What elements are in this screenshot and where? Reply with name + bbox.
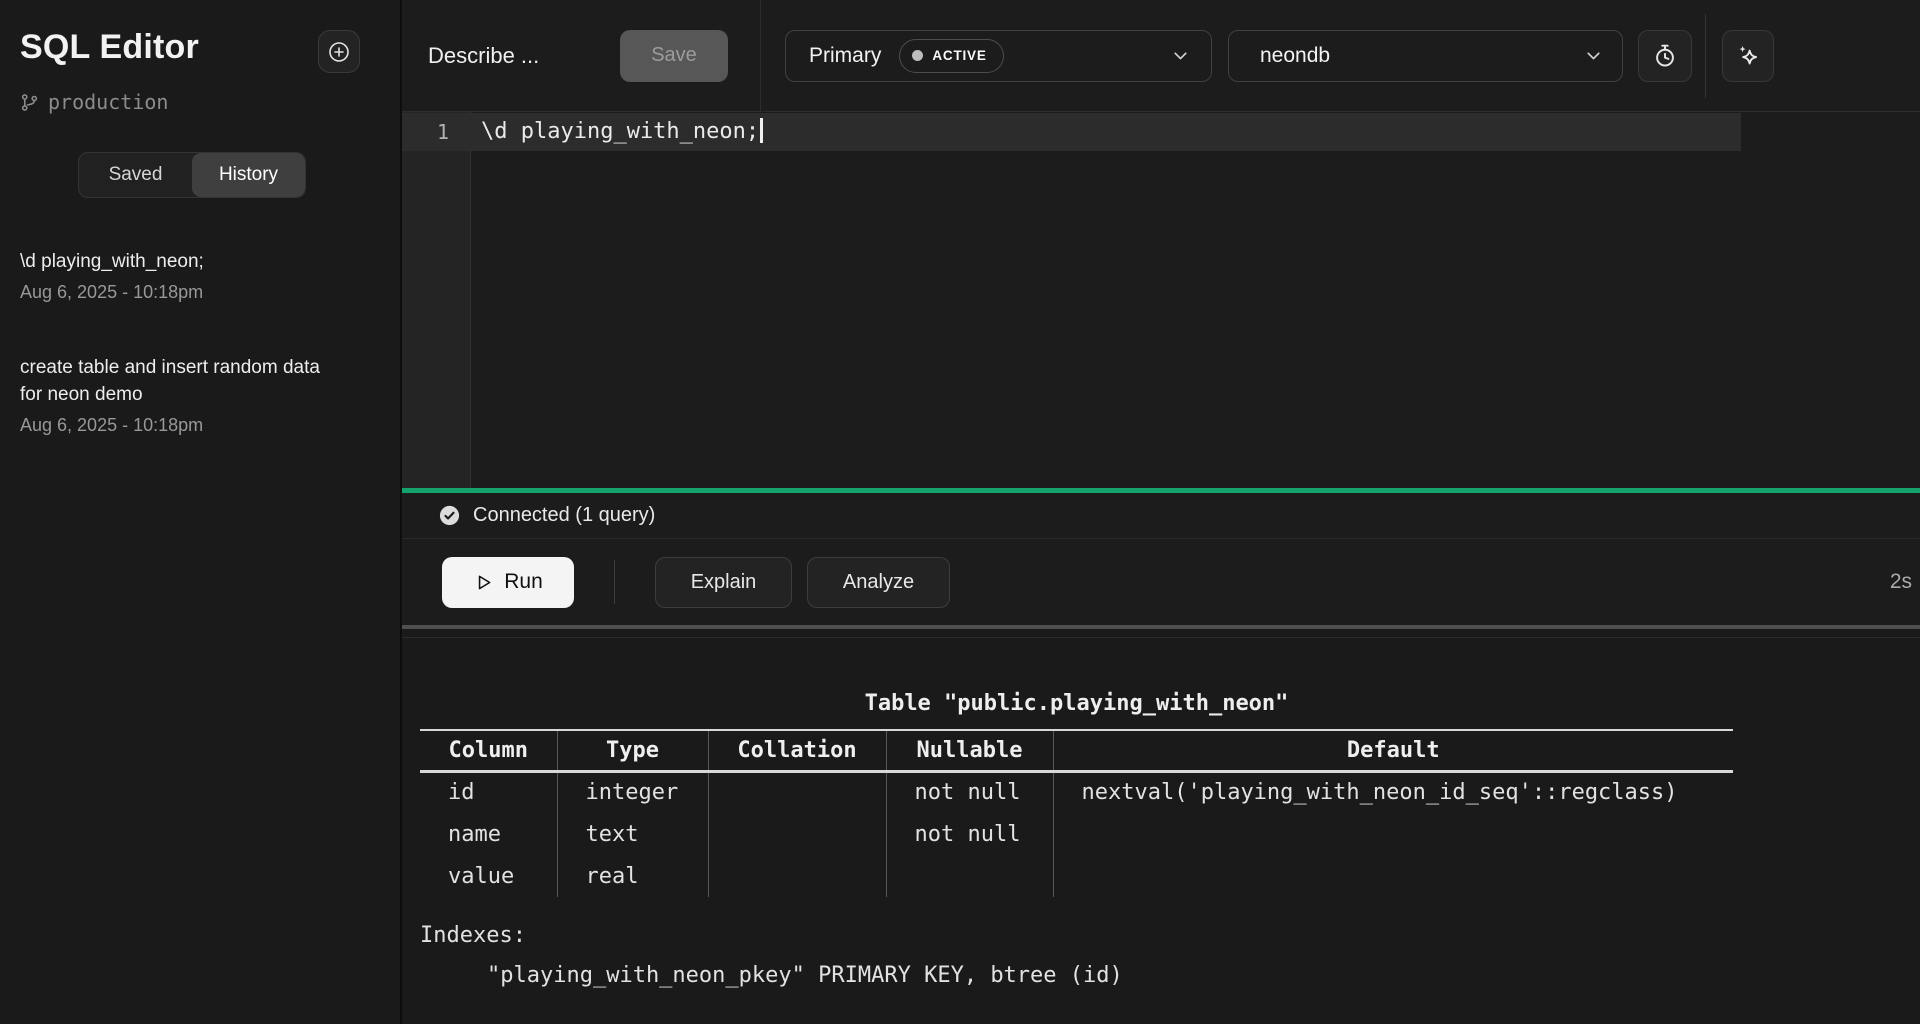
text-cursor [760, 118, 763, 143]
sidebar: SQL Editor production Saved History \d p… [0, 0, 402, 1024]
sparkles-icon [1735, 43, 1761, 69]
status-dot-icon [912, 50, 923, 61]
connection-status-text: Connected (1 query) [473, 504, 655, 527]
save-button[interactable]: Save [620, 30, 728, 82]
cell-column: name [420, 813, 557, 855]
database-select-value: neondb [1260, 44, 1330, 68]
chevron-down-icon [1170, 45, 1191, 66]
cell-type: text [557, 813, 708, 855]
cell-default: nextval('playing_with_neon_id_seq'::regc… [1053, 771, 1733, 813]
table-row: id integer not null nextval('playing_wit… [420, 771, 1733, 813]
branch-select-value: Primary [809, 44, 881, 68]
column-header: Default [1053, 730, 1733, 771]
column-header: Nullable [886, 730, 1053, 771]
explain-button[interactable]: Explain [655, 557, 792, 608]
branch-name: production [48, 90, 168, 114]
tab-history[interactable]: History [192, 153, 305, 197]
editor-gutter [402, 112, 471, 488]
indexes-label: Indexes: [420, 923, 526, 948]
query-actions-bar: Run Explain Analyze 2s [402, 539, 1920, 629]
cell-nullable [886, 855, 1053, 897]
history-item-timestamp: Aug 6, 2025 - 10:18pm [20, 415, 330, 436]
ai-assist-button[interactable] [1722, 30, 1774, 82]
code-editor[interactable]: 1 \d playing_with_neon; [402, 112, 1920, 488]
branch-status-badge: ACTIVE [899, 39, 1003, 73]
query-duration: 2s [1890, 570, 1912, 594]
table-row: name text not null [420, 813, 1733, 855]
toolbar-divider [1705, 14, 1706, 98]
branch-indicator: production [20, 90, 168, 114]
results-panel: Table "public.playing_with_neon" Column … [402, 629, 1920, 1024]
code-line[interactable]: \d playing_with_neon; [481, 113, 763, 151]
cell-column: value [420, 855, 557, 897]
result-header-row: Column Type Collation Nullable Default [420, 730, 1733, 771]
tab-saved[interactable]: Saved [79, 153, 192, 197]
cell-collation [708, 813, 886, 855]
page-title: SQL Editor [20, 28, 199, 67]
query-history-button[interactable] [1638, 30, 1692, 82]
cell-default [1053, 813, 1733, 855]
git-branch-icon [20, 93, 39, 112]
branch-select[interactable]: Primary ACTIVE [785, 30, 1212, 82]
stopwatch-icon [1652, 43, 1678, 69]
play-icon [473, 572, 494, 593]
column-header: Column [420, 730, 557, 771]
history-item-timestamp: Aug 6, 2025 - 10:18pm [20, 282, 330, 303]
cell-nullable: not null [886, 813, 1053, 855]
database-select[interactable]: neondb [1228, 30, 1623, 82]
result-table-title: Table "public.playing_with_neon" [420, 691, 1733, 716]
cell-collation [708, 771, 886, 813]
main-panel: Describe ... Save Primary ACTIVE neondb [402, 0, 1920, 1024]
run-button-label: Run [504, 570, 543, 594]
result-table: Column Type Collation Nullable Default i… [420, 729, 1733, 897]
results-divider [402, 637, 1920, 638]
new-query-button[interactable] [318, 30, 360, 73]
cell-type: real [557, 855, 708, 897]
cell-nullable: not null [886, 771, 1053, 813]
column-header: Type [557, 730, 708, 771]
column-header: Collation [708, 730, 886, 771]
analyze-button[interactable]: Analyze [807, 557, 950, 608]
table-row: value real [420, 855, 1733, 897]
status-badge-label: ACTIVE [932, 48, 986, 63]
history-item-title: \d playing_with_neon; [20, 248, 330, 275]
connection-status-bar: Connected (1 query) [402, 493, 1920, 539]
chevron-down-icon [1583, 45, 1604, 66]
history-item[interactable]: \d playing_with_neon; Aug 6, 2025 - 10:1… [20, 248, 330, 303]
editor-toolbar: Describe ... Save Primary ACTIVE neondb [402, 0, 1920, 112]
actions-divider [614, 560, 615, 604]
history-item[interactable]: create table and insert random data for … [20, 354, 330, 436]
index-entry: "playing_with_neon_pkey" PRIMARY KEY, bt… [487, 956, 1123, 996]
plus-circle-icon [327, 40, 351, 64]
query-title: Describe ... [428, 43, 595, 69]
indexes-section: Indexes: "playing_with_neon_pkey" PRIMAR… [420, 916, 1123, 996]
history-item-title: create table and insert random data for … [20, 354, 330, 408]
cell-column: id [420, 771, 557, 813]
run-button[interactable]: Run [442, 557, 574, 608]
cell-collation [708, 855, 886, 897]
code-text: \d playing_with_neon; [481, 119, 759, 144]
saved-history-toggle: Saved History [78, 152, 306, 198]
sql-editor-app: SQL Editor production Saved History \d p… [0, 0, 1920, 1024]
line-number: 1 [402, 113, 471, 151]
toolbar-divider [760, 0, 761, 112]
cell-default [1053, 855, 1733, 897]
check-circle-icon [438, 504, 461, 527]
cell-type: integer [557, 771, 708, 813]
